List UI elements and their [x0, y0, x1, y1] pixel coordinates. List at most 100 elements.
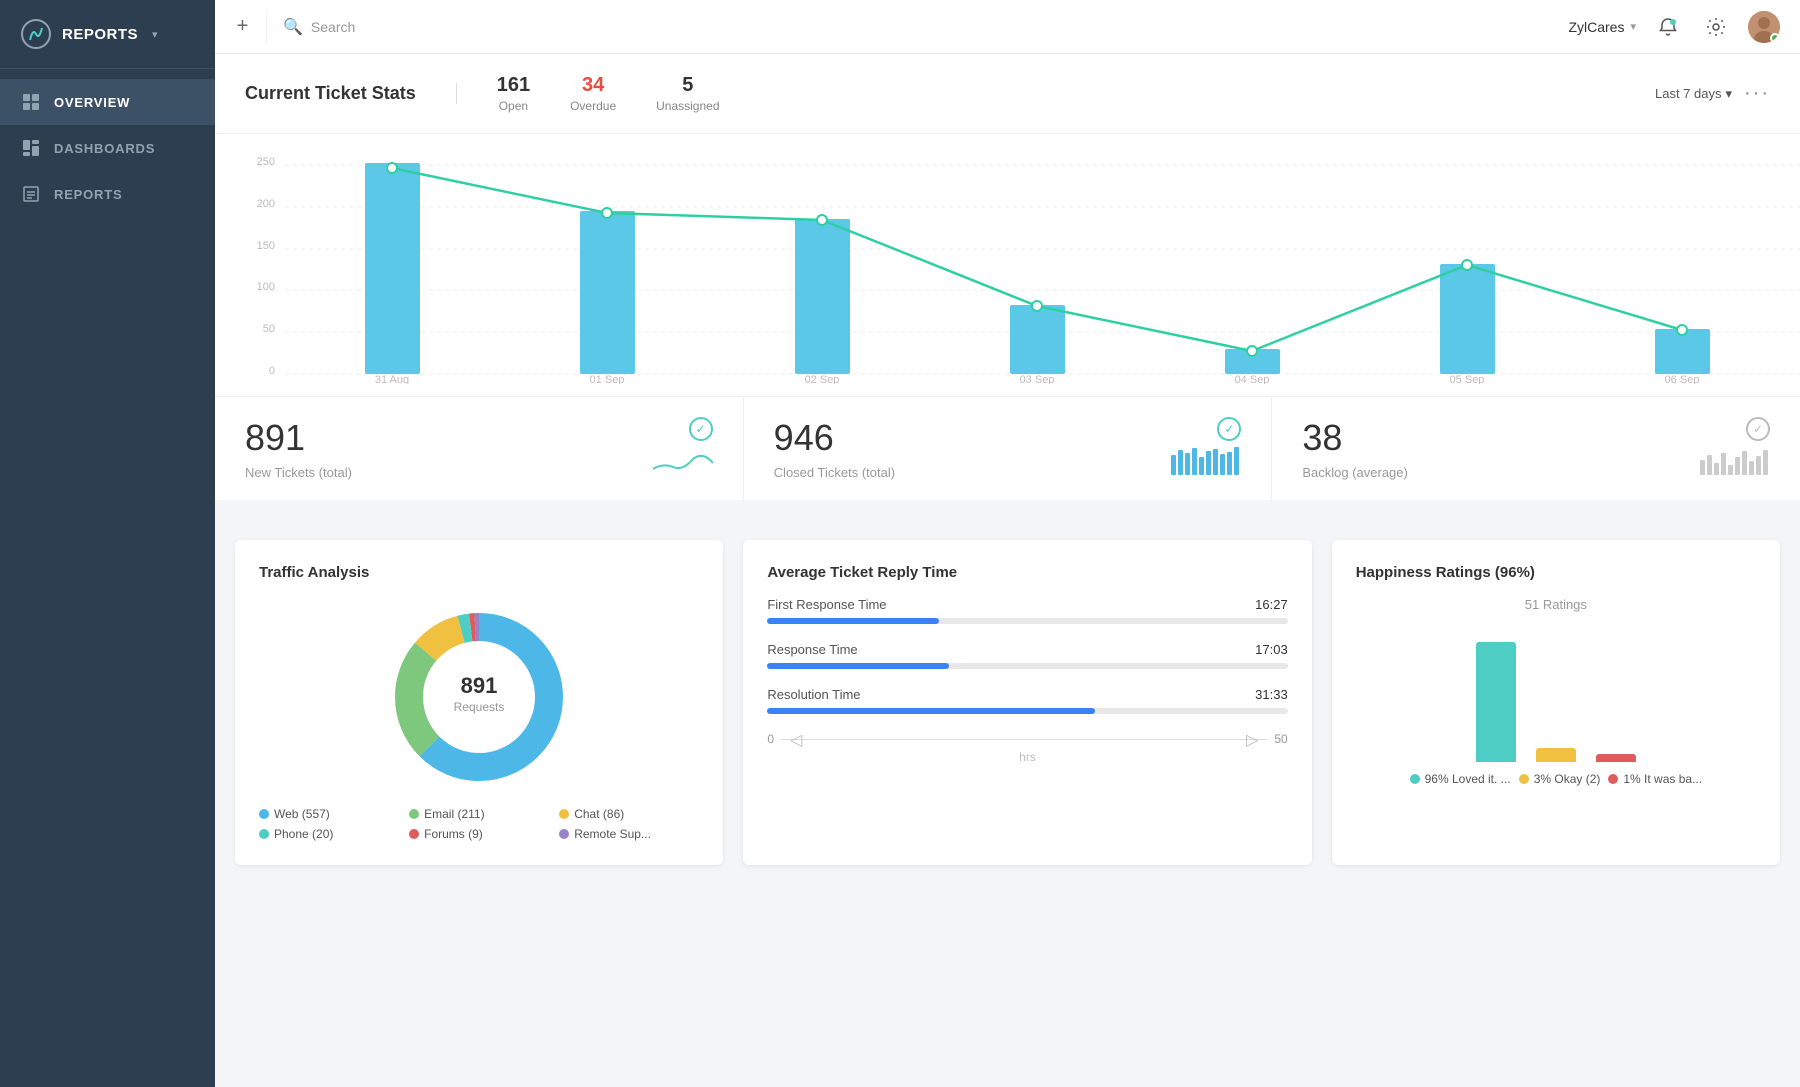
sidebar-item-dashboards[interactable]: DASHBOARDS — [0, 125, 215, 171]
legend-loved: 96% Loved it. ... — [1410, 772, 1511, 786]
happiness-chart — [1356, 622, 1756, 762]
add-button[interactable]: + — [235, 11, 267, 43]
svg-text:03 Sep: 03 Sep — [1020, 374, 1055, 384]
metric-cards: 891 New Tickets (total) ✓ 946 Closed Tic… — [215, 396, 1800, 500]
sidebar-logo[interactable]: REPORTS ▾ — [0, 0, 215, 69]
open-value: 161 — [497, 74, 530, 97]
topbar: + 🔍 Search ZylCares ▾ — [215, 0, 1800, 54]
svg-text:200: 200 — [257, 198, 275, 210]
unassigned-value: 5 — [682, 74, 693, 97]
svg-text:01 Sep: 01 Sep — [590, 374, 625, 384]
happiness-ratings-count: 51 Ratings — [1356, 597, 1756, 612]
legend-phone: Phone (20) — [259, 827, 399, 841]
dot-05sep — [1462, 260, 1472, 270]
sidebar-nav: OVERVIEW DASHBOARDS REPORTS — [0, 79, 215, 217]
happiness-panel: Happiness Ratings (96%) 51 Ratings — [1332, 540, 1780, 865]
reply-axis: 0 ◁ ▷ 50 — [767, 732, 1287, 746]
svg-text:31 Aug: 31 Aug — [375, 374, 409, 384]
search-bar[interactable]: 🔍 Search — [283, 17, 1552, 37]
bar-02sep — [795, 219, 850, 374]
svg-text:04 Sep: 04 Sep — [1235, 374, 1270, 384]
overdue-value: 34 — [582, 74, 604, 97]
avatar[interactable] — [1748, 11, 1780, 43]
legend-label-remote: Remote Sup... — [574, 827, 651, 841]
content-area: Current Ticket Stats 161 Open 34 Overdue… — [215, 54, 1800, 1087]
legend-remote: Remote Sup... — [559, 827, 699, 841]
reports-logo-icon — [20, 18, 52, 50]
notifications-button[interactable] — [1652, 11, 1684, 43]
settings-button[interactable] — [1700, 11, 1732, 43]
sidebar-item-overview[interactable]: OVERVIEW — [0, 79, 215, 125]
stats-controls: Last 7 days ▾ ··· — [1655, 82, 1770, 105]
svg-text:Requests: Requests — [454, 700, 505, 714]
backlog-card: 38 Backlog (average) ✓ — [1272, 397, 1800, 500]
reply-axis-label: hrs — [767, 750, 1287, 764]
reply-axis-end: 50 — [1274, 732, 1287, 746]
legend-chat: Chat (86) — [559, 807, 699, 821]
happiness-bar-bad-fill — [1596, 754, 1636, 762]
unassigned-label: Unassigned — [656, 99, 719, 113]
legend-dot-loved — [1410, 774, 1420, 784]
reply-item-2-value: 31:33 — [1255, 687, 1288, 702]
closed-tickets-sparkline — [1171, 445, 1241, 480]
svg-text:150: 150 — [257, 240, 275, 252]
legend-label-chat: Chat (86) — [574, 807, 624, 821]
reply-axis-start: 0 — [767, 732, 774, 746]
reply-bar-bg-2 — [767, 708, 1287, 714]
reply-bar-1 — [767, 663, 949, 669]
legend-bad: 1% It was ba... — [1608, 772, 1702, 786]
dashboards-icon — [22, 139, 40, 157]
traffic-legend: Web (557) Email (211) Chat (86) Phone (2… — [259, 807, 699, 841]
bar-01sep — [580, 211, 635, 374]
legend-label-bad: 1% It was ba... — [1623, 772, 1702, 786]
legend-forums: Forums (9) — [409, 827, 549, 841]
reply-bar-bg-0 — [767, 618, 1287, 624]
donut-chart: 891 Requests — [379, 597, 579, 797]
reply-item-1: Response Time 17:03 — [767, 642, 1287, 669]
reply-bar-2 — [767, 708, 1095, 714]
sidebar-item-reports[interactable]: REPORTS — [0, 171, 215, 217]
bar-line-chart: 0 50 100 150 200 250 — [245, 154, 1800, 384]
sidebar-logo-text: REPORTS — [62, 26, 138, 43]
sidebar-item-reports-label: REPORTS — [54, 187, 122, 202]
reply-item-0: First Response Time 16:27 — [767, 597, 1287, 624]
legend-label-okay: 3% Okay (2) — [1534, 772, 1601, 786]
period-selector[interactable]: Last 7 days ▾ — [1655, 86, 1732, 102]
reply-item-0-label: First Response Time — [767, 597, 886, 612]
open-stat: 161 Open — [497, 74, 530, 113]
more-options-button[interactable]: ··· — [1744, 82, 1770, 105]
search-placeholder: Search — [311, 19, 355, 35]
new-tickets-card: 891 New Tickets (total) ✓ — [215, 397, 744, 500]
svg-text:05 Sep: 05 Sep — [1450, 374, 1485, 384]
svg-text:250: 250 — [257, 156, 275, 168]
svg-text:06 Sep: 06 Sep — [1665, 374, 1700, 384]
bell-icon — [1658, 17, 1678, 37]
overview-icon — [22, 93, 40, 111]
bottom-panels: Traffic Analysis — [215, 520, 1800, 885]
reply-bar-bg-1 — [767, 663, 1287, 669]
legend-label-email: Email (211) — [424, 807, 484, 821]
legend-dot-bad — [1608, 774, 1618, 784]
reply-item-0-header: First Response Time 16:27 — [767, 597, 1287, 612]
reply-item-1-value: 17:03 — [1255, 642, 1288, 657]
bar-05sep — [1440, 264, 1495, 374]
legend-okay: 3% Okay (2) — [1519, 772, 1601, 786]
reply-item-1-header: Response Time 17:03 — [767, 642, 1287, 657]
period-arrow-icon: ▾ — [1725, 86, 1732, 102]
main-chart-area: 0 50 100 150 200 250 — [215, 134, 1800, 394]
svg-text:100: 100 — [257, 281, 275, 293]
dot-31aug — [387, 163, 397, 173]
bar-03sep — [1010, 305, 1065, 374]
legend-label-loved: 96% Loved it. ... — [1425, 772, 1511, 786]
dot-04sep — [1247, 346, 1257, 356]
reply-bar-0 — [767, 618, 939, 624]
svg-text:891: 891 — [461, 673, 498, 698]
svg-text:0: 0 — [269, 365, 275, 377]
svg-text:02 Sep: 02 Sep — [805, 374, 840, 384]
user-menu[interactable]: ZylCares ▾ — [1568, 19, 1636, 35]
stats-title: Current Ticket Stats — [245, 83, 457, 104]
gear-icon — [1706, 17, 1726, 37]
reply-item-0-value: 16:27 — [1255, 597, 1288, 612]
overdue-label: Overdue — [570, 99, 616, 113]
closed-tickets-card: 946 Closed Tickets (total) ✓ — [744, 397, 1273, 500]
